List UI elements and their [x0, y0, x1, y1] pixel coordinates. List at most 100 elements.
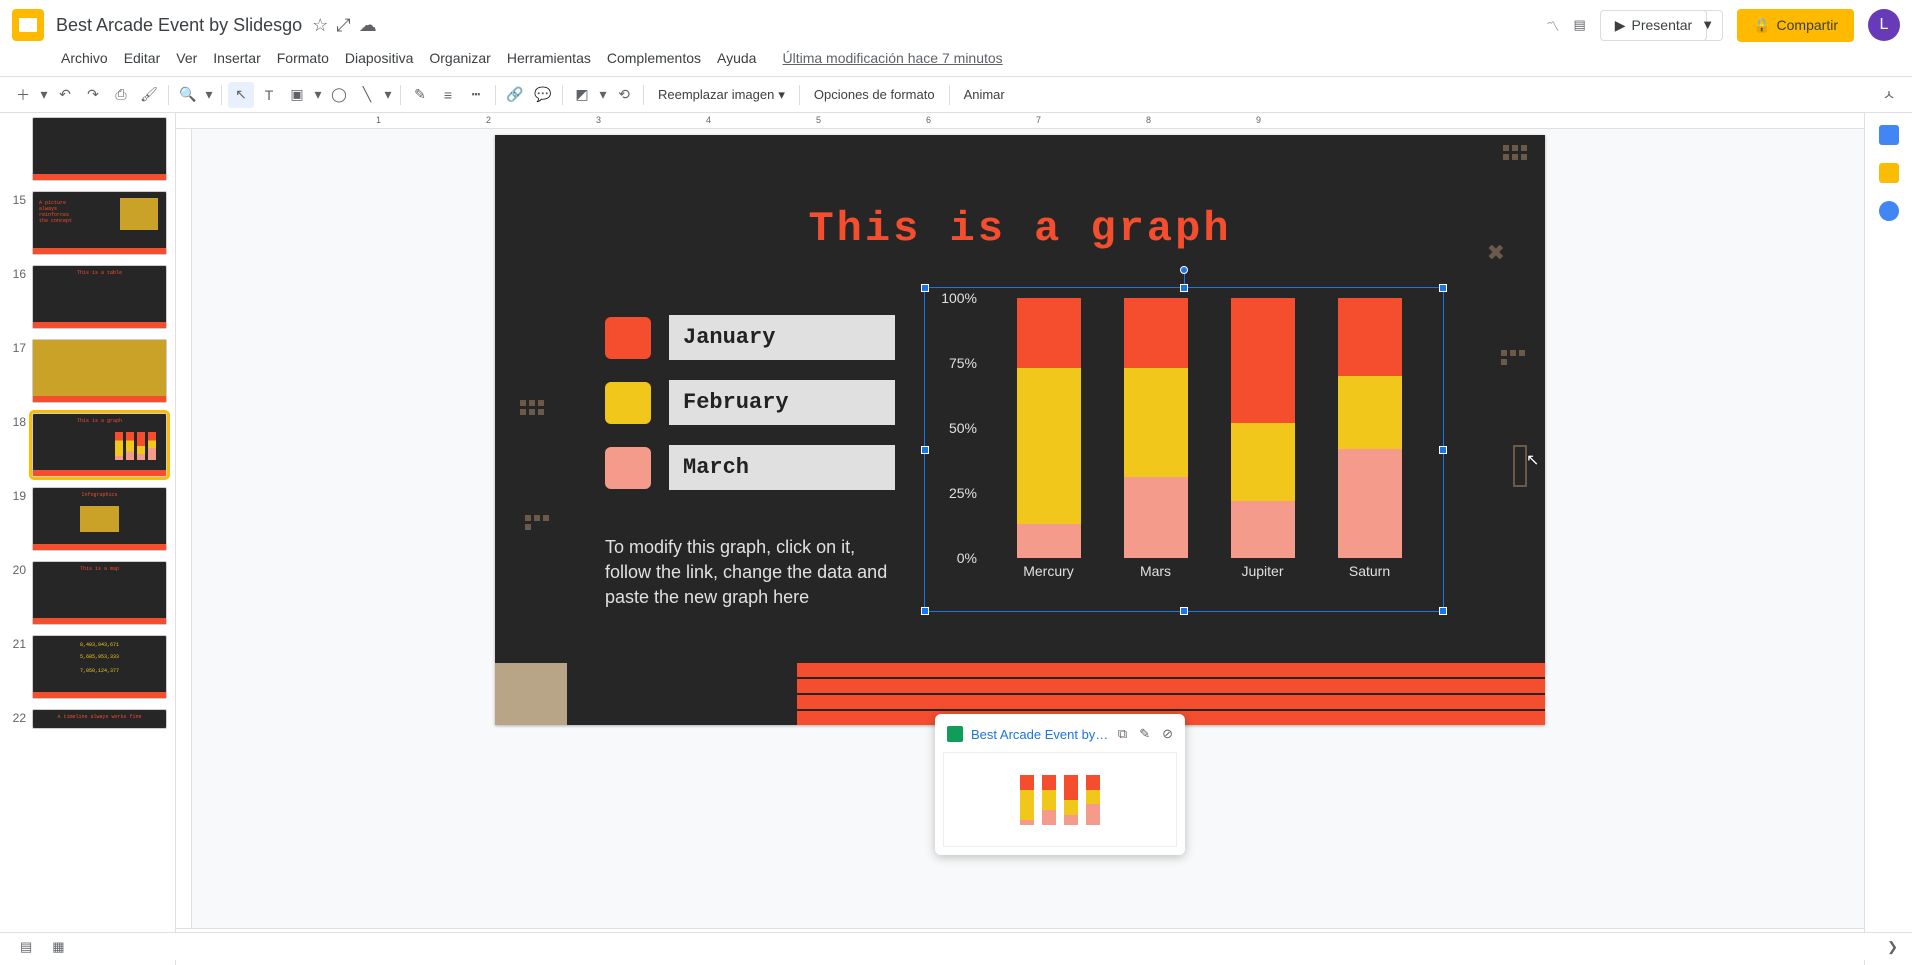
thumb-row[interactable]: 21 8,403,943,671 5,685,953,333 7,050,124…: [8, 635, 167, 699]
activity-icon[interactable]: 〽: [1546, 16, 1559, 35]
new-slide-button[interactable]: ＋: [10, 82, 36, 108]
resize-handle[interactable]: [921, 446, 929, 454]
border-dash-button[interactable]: ┅: [463, 82, 489, 108]
thumb-row[interactable]: [8, 117, 167, 181]
shape-tool[interactable]: ◯: [326, 82, 352, 108]
slide-canvas[interactable]: This is a graph ✖ January February: [495, 135, 1545, 725]
share-button[interactable]: 🔒 Compartir: [1737, 9, 1854, 42]
linked-preview[interactable]: [943, 752, 1177, 847]
present-dropdown[interactable]: ▼: [1693, 10, 1723, 41]
move-icon[interactable]: ⤢: [336, 15, 350, 36]
thumb-row[interactable]: 15 A picture always reinforces the conce…: [8, 191, 167, 255]
menu-diapositiva[interactable]: Diapositiva: [338, 46, 420, 70]
slide-thumbnail[interactable]: Infographics: [32, 487, 167, 551]
slide-thumbnail[interactable]: A timeline always works fine: [32, 709, 167, 729]
thumb-row[interactable]: 17: [8, 339, 167, 403]
filmstrip-view-icon[interactable]: ▤: [10, 935, 42, 959]
thumb-row[interactable]: 16 This is a table: [8, 265, 167, 329]
menu-herramientas[interactable]: Herramientas: [500, 46, 598, 70]
resize-handle[interactable]: [1439, 284, 1447, 292]
calendar-addon-icon[interactable]: [1879, 125, 1899, 145]
slide-thumbnail[interactable]: This is a map: [32, 561, 167, 625]
keep-addon-icon[interactable]: [1879, 163, 1899, 183]
resize-handle[interactable]: [1180, 607, 1188, 615]
link-button[interactable]: 🔗: [502, 82, 528, 108]
collapse-toolbar-icon[interactable]: ㅅ: [1876, 82, 1902, 108]
unlink-icon[interactable]: ⊘: [1162, 726, 1173, 742]
slide-thumbnail[interactable]: 8,403,943,671 5,685,953,333 7,050,124,37…: [32, 635, 167, 699]
cloud-status-icon[interactable]: ☁: [359, 15, 377, 36]
resize-handle[interactable]: [1439, 607, 1447, 615]
slides-logo[interactable]: [12, 9, 44, 41]
mask-dropdown[interactable]: ▾: [597, 82, 609, 108]
undo-button[interactable]: ↶: [52, 82, 78, 108]
filmstrip[interactable]: 15 A picture always reinforces the conce…: [0, 113, 176, 965]
border-weight-button[interactable]: ≡: [435, 82, 461, 108]
resize-handle[interactable]: [921, 284, 929, 292]
textbox-tool[interactable]: T: [256, 82, 282, 108]
replace-image-button[interactable]: Reemplazar imagen▾: [650, 87, 793, 103]
image-tool[interactable]: ▣: [284, 82, 310, 108]
thumb-row[interactable]: 22 A timeline always works fine: [8, 709, 167, 729]
paint-format-button[interactable]: 🖌: [136, 82, 162, 108]
last-modified-link[interactable]: Última modificación hace 7 minutos: [775, 46, 1009, 70]
linked-sheet-title[interactable]: Best Arcade Event by Slid...: [971, 727, 1110, 742]
resize-handle[interactable]: [1439, 446, 1447, 454]
document-title[interactable]: Best Arcade Event by Slidesgo: [56, 15, 302, 36]
slide-thumbnail-selected[interactable]: This is a graph: [32, 413, 167, 477]
canvas-area[interactable]: 1 2 3 4 5 6 7 8 9 This is a graph ✖: [176, 113, 1864, 965]
present-button[interactable]: ▶ Presentar: [1600, 10, 1707, 41]
menu-insertar[interactable]: Insertar: [206, 46, 267, 70]
zoom-button[interactable]: 🔍: [175, 82, 201, 108]
animate-button[interactable]: Animar: [956, 87, 1013, 102]
account-avatar[interactable]: L: [1868, 9, 1900, 41]
legend-label[interactable]: January: [669, 315, 895, 360]
crop-button[interactable]: ◩: [569, 82, 595, 108]
redo-button[interactable]: ↷: [80, 82, 106, 108]
explore-icon[interactable]: ❯: [1883, 935, 1902, 959]
reset-image-button[interactable]: ⟲: [611, 82, 637, 108]
comments-icon[interactable]: ▤: [1573, 17, 1585, 33]
slide-thumbnail[interactable]: A picture always reinforces the concept: [32, 191, 167, 255]
rotate-handle[interactable]: [1180, 266, 1188, 274]
slide-thumbnail[interactable]: [32, 339, 167, 403]
slide-title[interactable]: This is a graph: [495, 205, 1545, 253]
slide-thumbnail[interactable]: [32, 117, 167, 181]
lock-icon: 🔒: [1753, 17, 1770, 34]
menu-ayuda[interactable]: Ayuda: [710, 46, 763, 70]
edit-icon[interactable]: ✎: [1139, 726, 1150, 742]
slide-thumbnail[interactable]: This is a table: [32, 265, 167, 329]
tasks-addon-icon[interactable]: [1879, 201, 1899, 221]
thumb-row[interactable]: 20 This is a map: [8, 561, 167, 625]
menu-organizar[interactable]: Organizar: [422, 46, 497, 70]
chart-selected-object[interactable]: 100% 75% 50% 25% 0% MercuryMarsJupiterSa…: [924, 287, 1444, 612]
menu-editar[interactable]: Editar: [117, 46, 168, 70]
thumb-number: 21: [8, 635, 26, 651]
open-source-icon[interactable]: ⧉: [1118, 726, 1127, 742]
menu-ver[interactable]: Ver: [169, 46, 204, 70]
grid-view-icon[interactable]: ▦: [42, 935, 74, 959]
resize-handle[interactable]: [921, 607, 929, 615]
line-tool[interactable]: ╲: [354, 82, 380, 108]
legend-item: January: [605, 315, 895, 360]
help-text[interactable]: To modify this graph, click on it, follo…: [605, 535, 895, 611]
zoom-dropdown[interactable]: ▾: [203, 82, 215, 108]
image-dropdown[interactable]: ▾: [312, 82, 324, 108]
menu-formato[interactable]: Formato: [270, 46, 336, 70]
legend-label[interactable]: February: [669, 380, 895, 425]
resize-handle[interactable]: [1180, 284, 1188, 292]
menu-complementos[interactable]: Complementos: [600, 46, 708, 70]
border-color-button[interactable]: ✎: [407, 82, 433, 108]
thumb-row[interactable]: 19 Infographics: [8, 487, 167, 551]
menu-archivo[interactable]: Archivo: [54, 46, 115, 70]
star-icon[interactable]: ☆: [312, 15, 328, 36]
legend-label[interactable]: March: [669, 445, 895, 490]
new-slide-dropdown[interactable]: ▾: [38, 82, 50, 108]
comment-button[interactable]: 💬: [530, 82, 556, 108]
bar-segment: [1231, 501, 1295, 558]
thumb-row[interactable]: 18 This is a graph: [8, 413, 167, 477]
select-tool[interactable]: ↖: [228, 82, 254, 108]
line-dropdown[interactable]: ▾: [382, 82, 394, 108]
format-options-button[interactable]: Opciones de formato: [806, 87, 943, 102]
print-button[interactable]: ⎙: [108, 82, 134, 108]
